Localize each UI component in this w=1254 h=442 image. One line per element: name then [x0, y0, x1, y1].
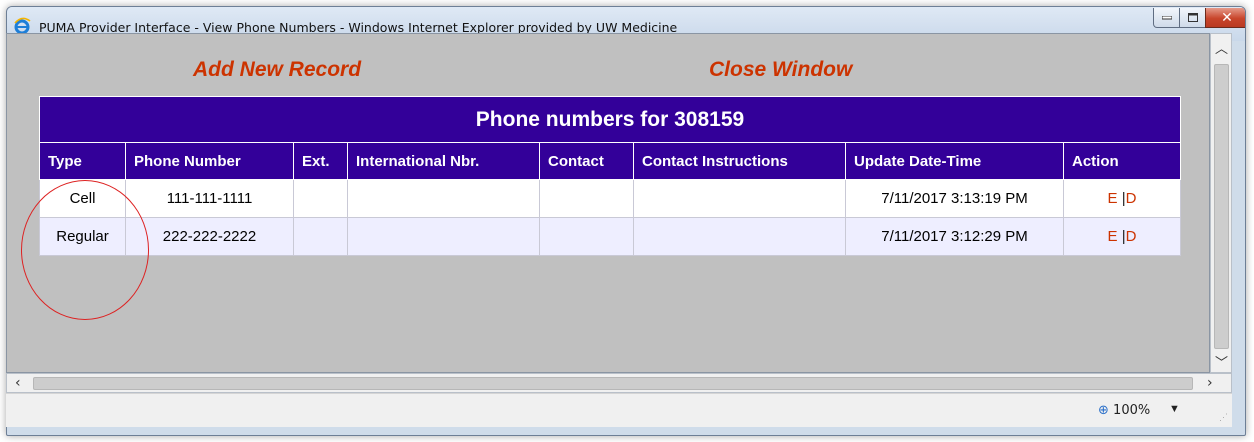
- column-header-phone-number: Phone Number: [125, 142, 294, 180]
- table-row: Regular 222-222-2222 7/11/2017 3:12:29 P…: [39, 217, 1181, 256]
- cell-update-date-time: 7/11/2017 3:13:19 PM: [845, 179, 1064, 218]
- column-header-update-date-time: Update Date-Time: [845, 142, 1064, 180]
- close-icon: ✕: [1221, 9, 1233, 26]
- scroll-right-icon[interactable]: ›: [1207, 375, 1213, 391]
- zoom-icon: ⊕: [1098, 403, 1109, 418]
- maximize-button[interactable]: [1179, 8, 1206, 28]
- cell-ext: [293, 217, 348, 256]
- scroll-down-icon[interactable]: ﹀: [1215, 352, 1228, 371]
- cell-contact-instructions: [633, 217, 846, 256]
- zoom-control[interactable]: ⊕ 100%: [1098, 403, 1150, 418]
- cell-type: Regular: [39, 217, 126, 256]
- delete-link[interactable]: D: [1126, 228, 1137, 245]
- scroll-up-icon[interactable]: ︿: [1215, 38, 1228, 57]
- chevron-down-icon[interactable]: ▼: [1169, 403, 1180, 415]
- delete-link[interactable]: D: [1126, 190, 1137, 207]
- zoom-level: 100%: [1113, 403, 1151, 418]
- resize-grip-icon[interactable]: ⋰: [1219, 412, 1228, 423]
- cell-action: E |D: [1063, 179, 1181, 218]
- maximize-icon: [1187, 13, 1198, 22]
- table-row: Cell 111-111-1111 7/11/2017 3:13:19 PM E…: [39, 179, 1181, 218]
- close-window-link[interactable]: Close Window: [709, 58, 852, 82]
- cell-contact: [539, 217, 634, 256]
- phone-numbers-table: Phone numbers for 308159 Type Phone Numb…: [39, 96, 1181, 256]
- edit-link[interactable]: E: [1108, 228, 1118, 245]
- vertical-scrollbar[interactable]: ︿ ﹀: [1210, 33, 1232, 373]
- cell-action: E |D: [1063, 217, 1181, 256]
- edit-link[interactable]: E: [1108, 190, 1118, 207]
- cell-phone-number: 222-222-2222: [125, 217, 294, 256]
- minimize-button[interactable]: [1153, 8, 1180, 28]
- cell-update-date-time: 7/11/2017 3:12:29 PM: [845, 217, 1064, 256]
- add-new-record-link[interactable]: Add New Record: [193, 58, 361, 82]
- column-header-contact-instructions: Contact Instructions: [633, 142, 846, 180]
- vertical-scroll-thumb[interactable]: [1214, 64, 1229, 349]
- column-header-international-nbr: International Nbr.: [347, 142, 540, 180]
- column-header-contact: Contact: [539, 142, 634, 180]
- horizontal-scrollbar[interactable]: ‹ ›: [6, 373, 1232, 393]
- cell-international-nbr: [347, 179, 540, 218]
- cell-contact: [539, 179, 634, 218]
- close-button[interactable]: ✕: [1205, 8, 1245, 28]
- column-header-action: Action: [1063, 142, 1181, 180]
- table-caption: Phone numbers for 308159: [39, 96, 1181, 143]
- cell-international-nbr: [347, 217, 540, 256]
- column-header-ext: Ext.: [293, 142, 348, 180]
- scroll-left-icon[interactable]: ‹: [15, 375, 21, 391]
- horizontal-scroll-thumb[interactable]: [33, 377, 1193, 390]
- minimize-icon: [1161, 15, 1172, 19]
- column-header-type: Type: [39, 142, 126, 180]
- cell-type: Cell: [39, 179, 126, 218]
- cell-contact-instructions: [633, 179, 846, 218]
- cell-ext: [293, 179, 348, 218]
- status-bar: ⊕ 100% ▼ ⋰: [6, 393, 1232, 427]
- cell-phone-number: 111-111-1111: [125, 179, 294, 218]
